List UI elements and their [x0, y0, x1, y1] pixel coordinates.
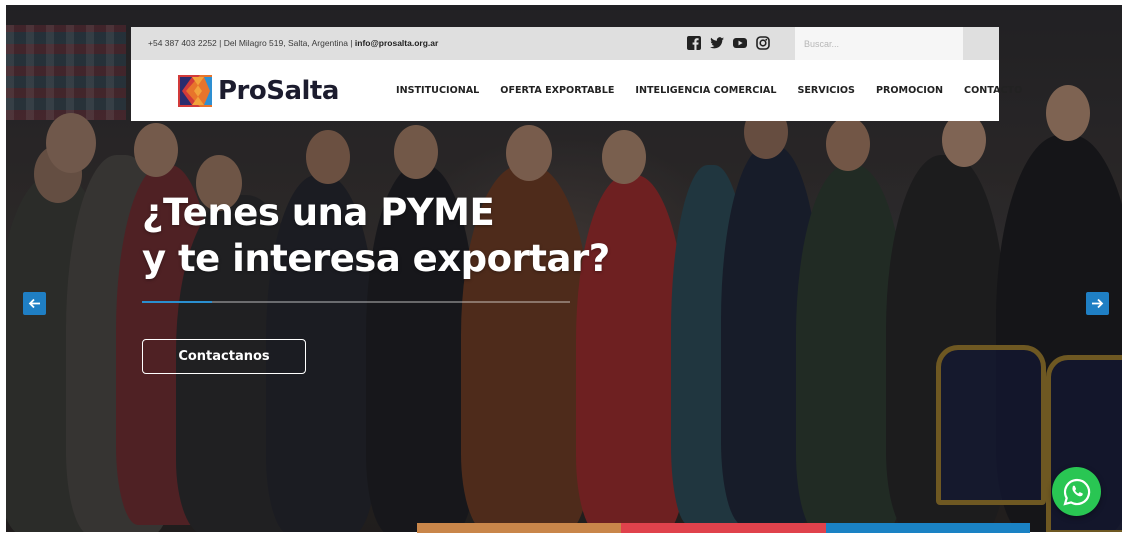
arrow-right-icon — [1092, 298, 1104, 309]
logo-icon — [178, 75, 212, 107]
email-link[interactable]: info@prosalta.org.ar — [355, 38, 438, 48]
whatsapp-button[interactable] — [1052, 467, 1101, 516]
nav-item-contacto[interactable]: CONTACTO — [964, 85, 1022, 96]
social-links — [686, 35, 771, 51]
facebook-icon[interactable] — [686, 35, 702, 51]
hero-headline: ¿Tenes una PYME y te interesa exportar? — [142, 190, 610, 282]
nav-item-oferta-exportable[interactable]: OFERTA EXPORTABLE — [500, 85, 614, 96]
whatsapp-icon — [1062, 478, 1090, 506]
nav-item-promocion[interactable]: PROMOCION — [876, 85, 943, 96]
slide-progress-fill — [142, 301, 212, 303]
contact-info: +54 387 403 2252 | Del Milagro 519, Salt… — [148, 38, 438, 48]
nav-menu: INSTITUCIONAL OFERTA EXPORTABLE INTELIGE… — [396, 85, 1022, 96]
slide-progress-track — [142, 301, 570, 303]
contact-button[interactable]: Contactanos — [142, 339, 306, 374]
logo[interactable]: ProSalta — [178, 75, 339, 107]
feature-tab-red[interactable] — [621, 523, 826, 533]
youtube-icon[interactable] — [732, 35, 748, 51]
hero-headline-line1: ¿Tenes una PYME — [142, 191, 495, 234]
hero-headline-line2: y te interesa exportar? — [142, 237, 610, 280]
top-info-bar: +54 387 403 2252 | Del Milagro 519, Salt… — [131, 27, 999, 60]
nav-item-inteligencia-comercial[interactable]: INTELIGENCIA COMERCIAL — [635, 85, 776, 96]
main-navbar: ProSalta INSTITUCIONAL OFERTA EXPORTABLE… — [131, 60, 1022, 121]
feature-tab-orange[interactable] — [417, 523, 621, 533]
phone-address-text: +54 387 403 2252 | Del Milagro 519, Salt… — [148, 38, 353, 48]
nav-item-institucional[interactable]: INSTITUCIONAL — [396, 85, 479, 96]
search-box — [795, 27, 963, 60]
page: +54 387 403 2252 | Del Milagro 519, Salt… — [0, 0, 1126, 533]
feature-tab-blue[interactable] — [826, 523, 1030, 533]
prev-slide-button[interactable] — [23, 292, 46, 315]
arrow-left-icon — [28, 298, 40, 309]
nav-item-servicios[interactable]: SERVICIOS — [797, 85, 855, 96]
brand-name: ProSalta — [218, 76, 339, 106]
instagram-icon[interactable] — [755, 35, 771, 51]
twitter-icon[interactable] — [709, 35, 725, 51]
search-input[interactable] — [795, 27, 954, 60]
next-slide-button[interactable] — [1086, 292, 1109, 315]
